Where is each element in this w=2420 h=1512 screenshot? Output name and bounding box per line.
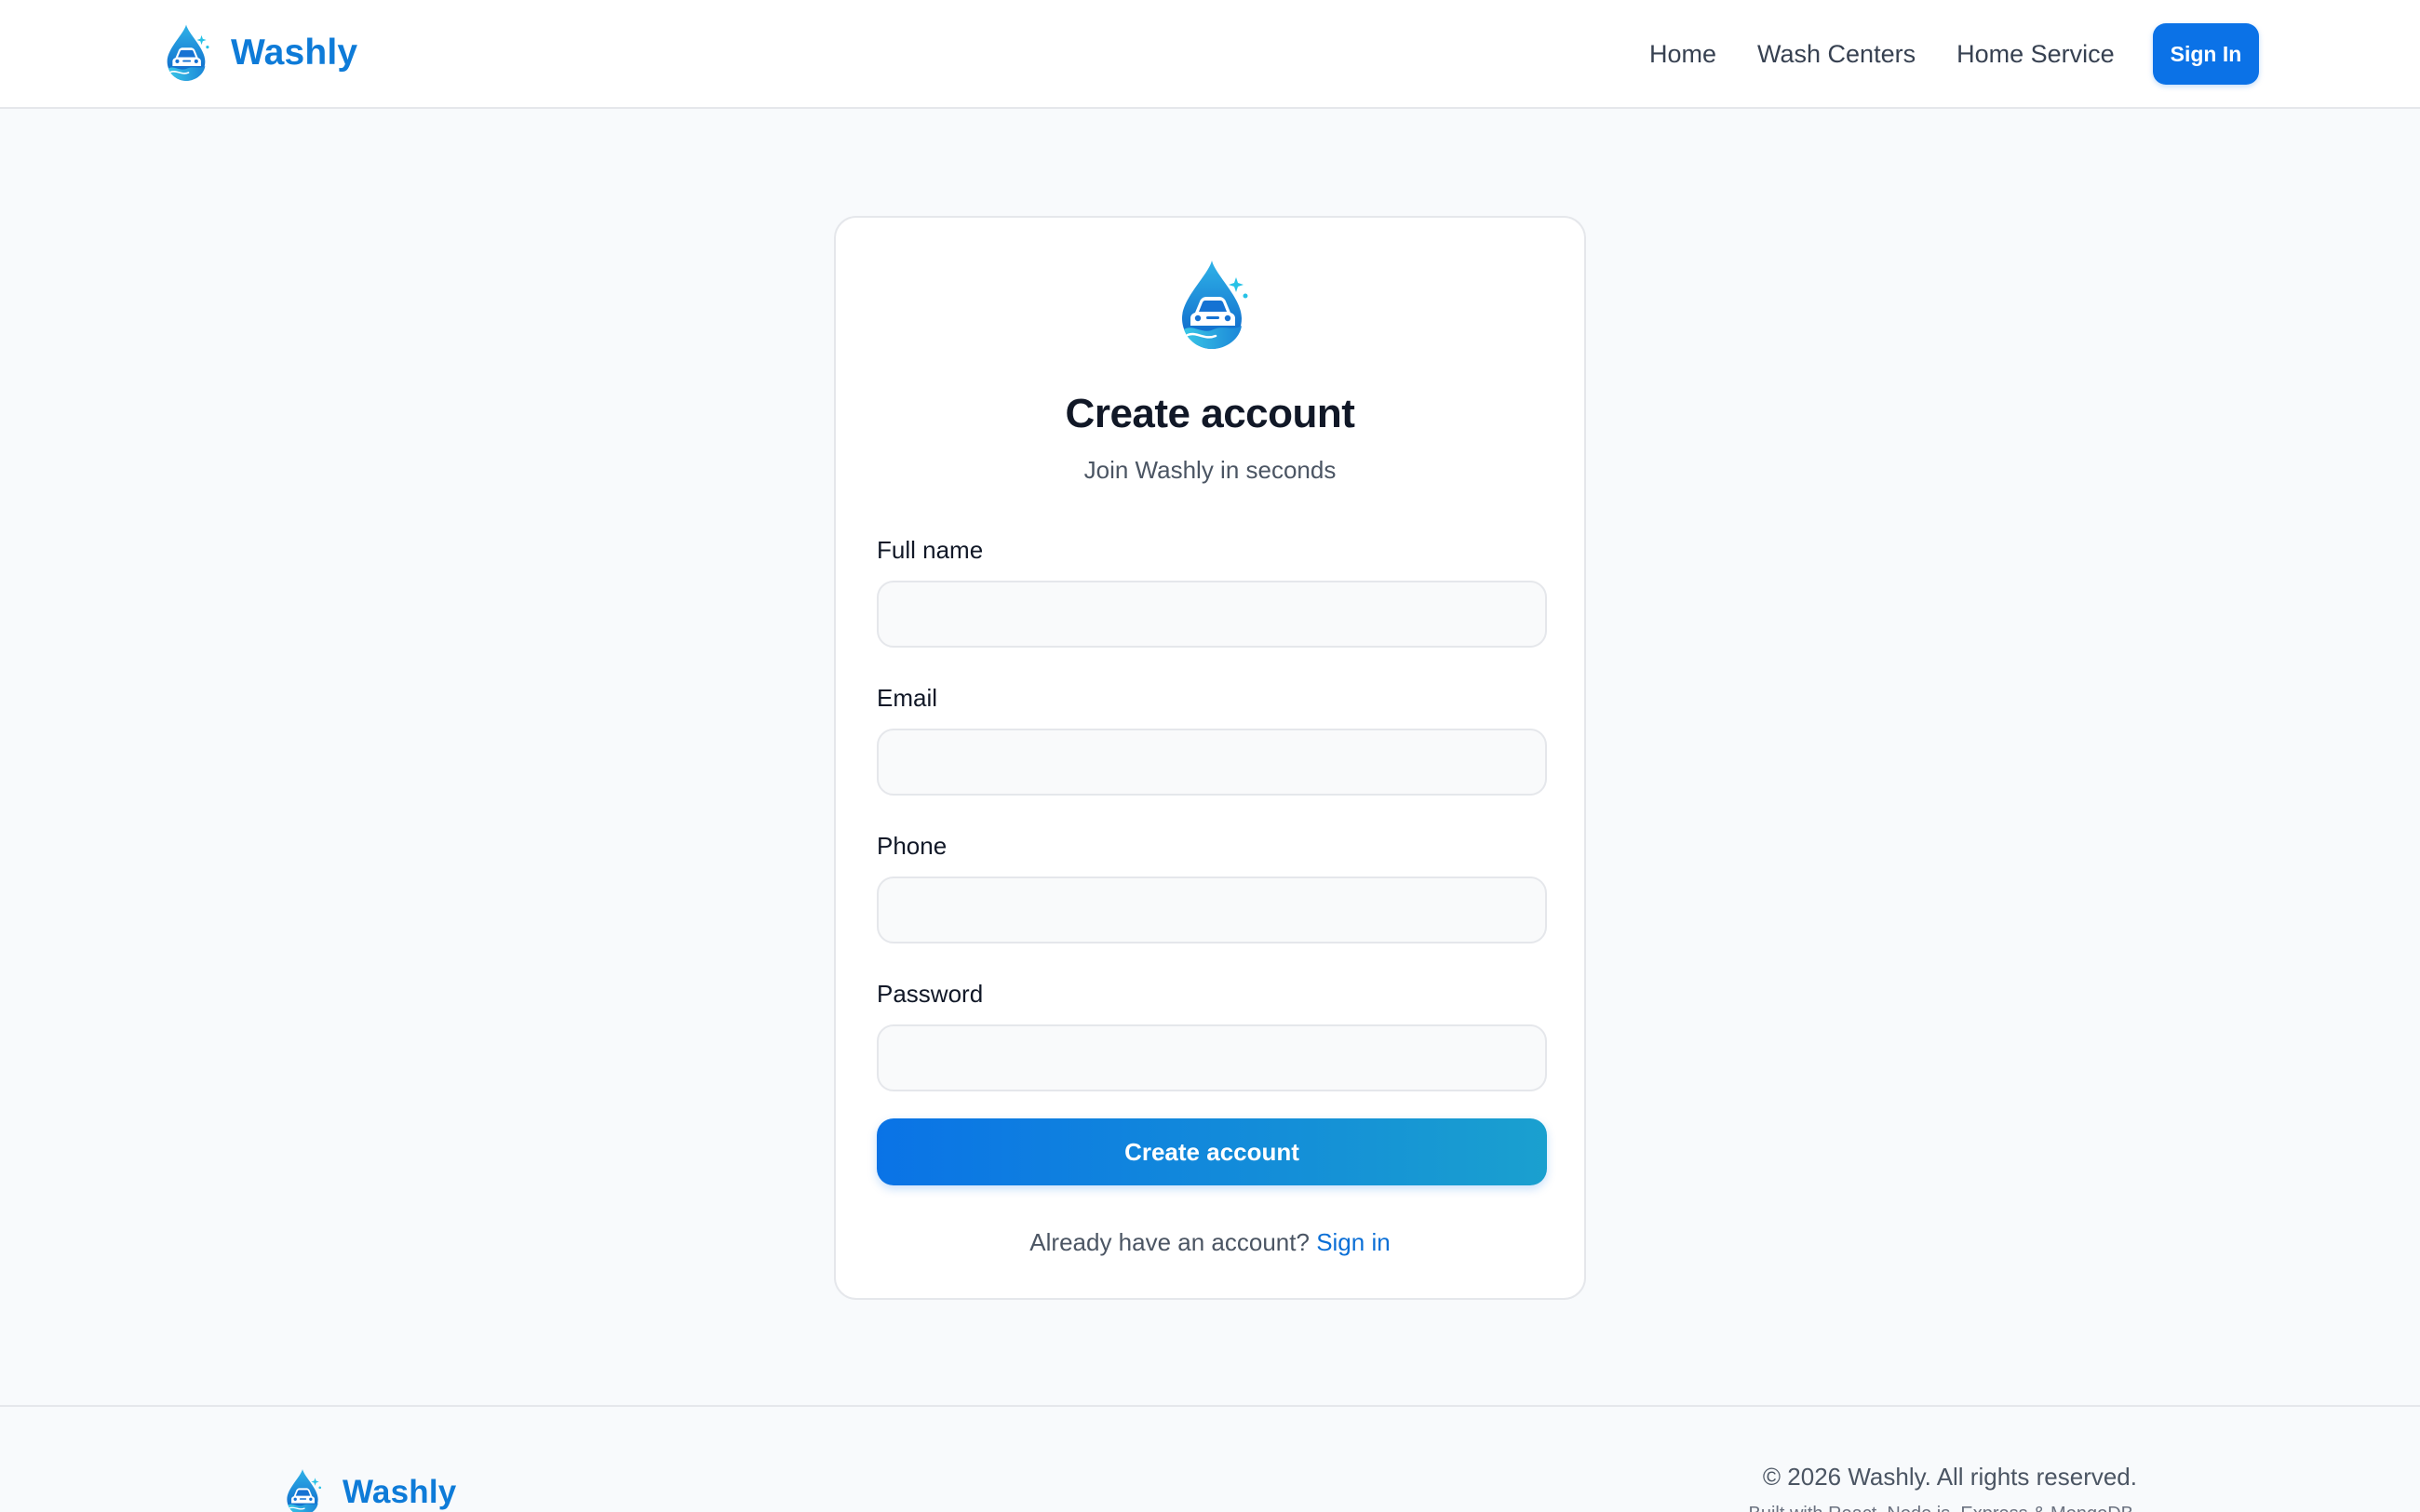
page-subtitle: Join Washly in seconds xyxy=(1083,456,1337,484)
top-navbar: Washly Home Wash Centers Home Service Si… xyxy=(0,0,2420,109)
water-drop-car-icon xyxy=(281,1468,324,1512)
email-label: Email xyxy=(877,684,938,712)
password-input[interactable] xyxy=(877,1024,1547,1091)
nav-link-home[interactable]: Home xyxy=(1649,40,1716,69)
main-nav: Home Wash Centers Home Service xyxy=(1649,0,2115,109)
sign-in-button[interactable]: Sign In xyxy=(2153,23,2259,85)
create-account-button[interactable]: Create account xyxy=(877,1118,1547,1185)
email-input[interactable] xyxy=(877,729,1547,796)
phone-label: Phone xyxy=(877,832,948,860)
page-footer: Washly © 2026 Washly. All rights reserve… xyxy=(0,1405,2420,1512)
brand-name: Washly xyxy=(231,33,358,73)
signin-prompt: Already have an account? Sign in xyxy=(836,1228,1584,1257)
brand-home-link[interactable]: Washly xyxy=(160,22,357,84)
footer-brand-name: Washly xyxy=(343,1474,457,1510)
password-label: Password xyxy=(877,980,984,1008)
page-title: Create account xyxy=(1065,391,1355,436)
water-drop-car-icon xyxy=(160,23,212,83)
signup-card: Create account Join Washly in seconds Fu… xyxy=(834,216,1586,1300)
nav-link-wash-centers[interactable]: Wash Centers xyxy=(1757,40,1916,69)
sign-in-link[interactable]: Sign in xyxy=(1316,1228,1391,1256)
phone-input[interactable] xyxy=(877,876,1547,943)
copyright-text: © 2026 Washly. All rights reserved. xyxy=(1762,1463,2137,1491)
built-with-text: Built with React, Node.js, Express & Mon… xyxy=(1748,1504,2133,1512)
nav-link-home-service[interactable]: Home Service xyxy=(1956,40,2115,69)
water-drop-car-icon xyxy=(1171,259,1253,352)
signin-prompt-text: Already have an account? xyxy=(1029,1228,1310,1256)
footer-brand: Washly xyxy=(281,1468,456,1512)
full-name-input[interactable] xyxy=(877,581,1547,648)
full-name-label: Full name xyxy=(877,536,984,564)
